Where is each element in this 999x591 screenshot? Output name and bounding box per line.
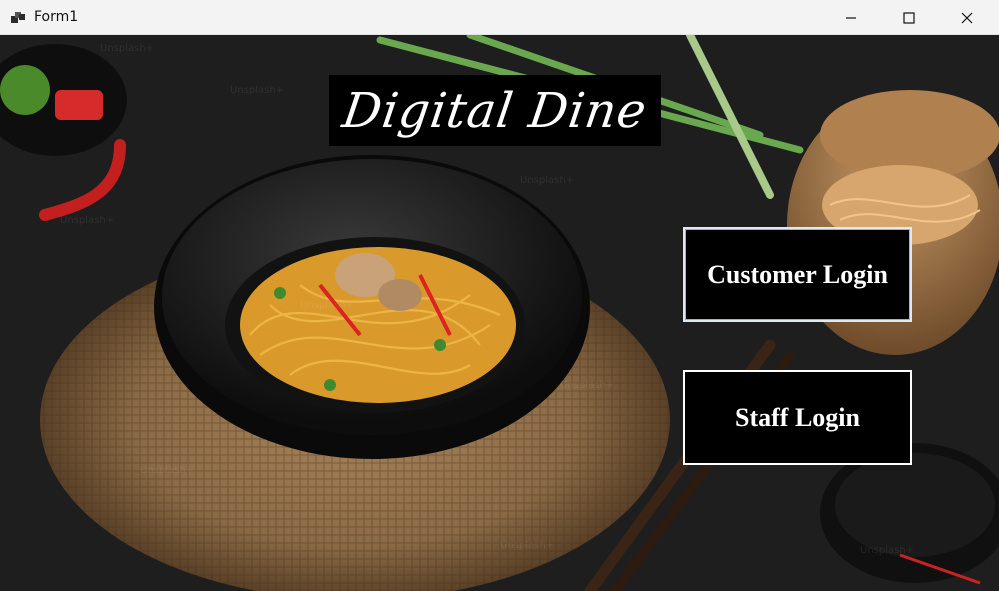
close-icon [961,12,973,23]
window-title: Form1 [34,9,79,25]
maximize-button[interactable] [880,0,938,35]
minimize-icon [846,16,856,19]
title-bar: Form1 [0,0,999,35]
staff-login-button[interactable]: Staff Login [683,370,912,465]
maximize-icon [903,11,915,24]
close-button[interactable] [938,0,996,35]
customer-login-button[interactable]: Customer Login [683,227,912,322]
logo-text: Digital Dine [339,82,651,139]
form-client-area: Unsplash+ Unsplash+ Unsplash+ Unsplash+ … [0,35,999,591]
app-icon [10,10,26,26]
minimize-button[interactable] [822,0,880,35]
app-logo: Digital Dine [329,75,661,146]
